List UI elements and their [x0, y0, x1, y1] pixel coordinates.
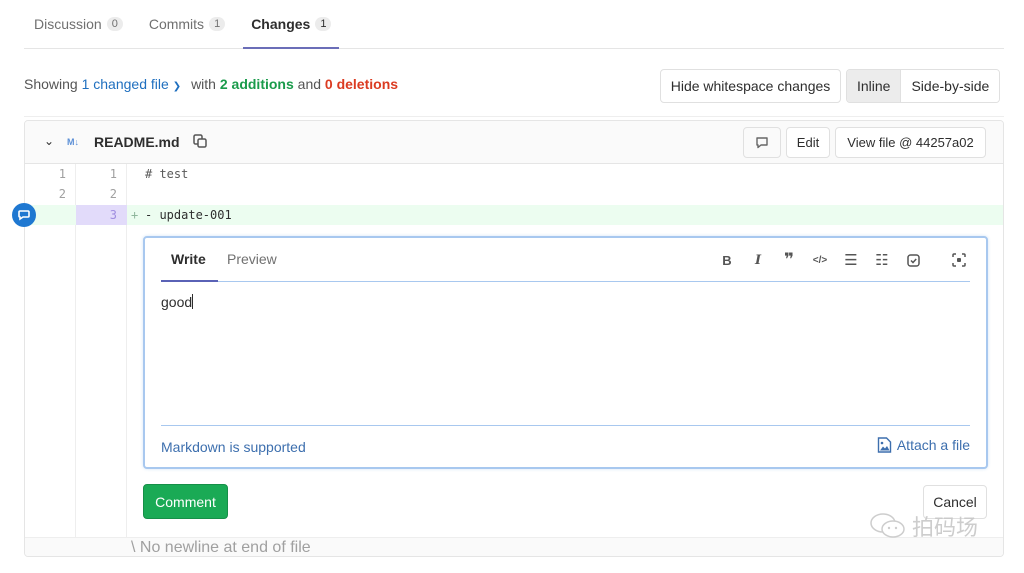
new-line-number[interactable]: 1	[76, 164, 127, 184]
code-icon[interactable]: </>	[809, 250, 831, 270]
file-header: ⌄ M↓ README.md Edit View file @ 44257a02	[25, 121, 1003, 164]
hide-whitespace-button[interactable]: Hide whitespace changes	[660, 69, 841, 103]
quote-icon[interactable]: ❞	[778, 250, 800, 270]
no-newline-row: \ No newline at end of file	[25, 537, 1003, 556]
line-content: # test	[145, 167, 189, 181]
new-line-number[interactable]: 3	[76, 205, 127, 225]
comment-icon	[756, 136, 768, 148]
comment-textarea[interactable]: good	[161, 294, 194, 310]
watermark-text: 拍码场	[912, 515, 979, 540]
markdown-help-link[interactable]: Markdown is supported	[161, 439, 306, 455]
comment-submit-button[interactable]: Comment	[143, 484, 228, 519]
diff-line: 1 1 # test	[25, 164, 1003, 184]
attach-file-button[interactable]: Attach a file	[877, 437, 970, 453]
tab-label: Discussion	[34, 15, 102, 32]
fullscreen-icon[interactable]	[948, 250, 970, 270]
diff-file: ⌄ M↓ README.md Edit View file @ 44257a02…	[24, 120, 1004, 557]
diff-line: 2 2	[25, 184, 1003, 204]
preview-tab[interactable]: Preview	[227, 251, 277, 267]
inline-view-button[interactable]: Inline	[847, 70, 902, 102]
write-tab[interactable]: Write	[161, 251, 218, 282]
wechat-icon	[870, 513, 905, 538]
no-newline-notice: \ No newline at end of file	[131, 539, 311, 556]
new-line-number[interactable]: 2	[76, 184, 127, 204]
tab-discussion[interactable]: Discussion 0	[24, 0, 133, 48]
watermark: 拍码场	[868, 510, 978, 542]
deletions-count: 0 deletions	[324, 76, 399, 92]
summary-showing: Showing	[24, 76, 78, 92]
attach-file-label: Attach a file	[896, 437, 970, 453]
numbered-list-icon[interactable]: ☷	[871, 250, 893, 270]
editor-tabs: Write Preview B I ❞ </> ☰ ☷	[161, 238, 970, 282]
diff-summary: Showing 1 changed file ❯ with 2 additions…	[24, 76, 398, 92]
tab-count-badge: 1	[209, 16, 226, 31]
toggle-comments-button[interactable]	[743, 127, 781, 158]
side-by-side-button[interactable]: Side-by-side	[901, 70, 1000, 102]
comment-icon	[18, 210, 30, 221]
italic-icon[interactable]: I	[747, 250, 769, 270]
chevron-down-icon[interactable]: ❯	[173, 81, 181, 92]
line-prefix: +	[131, 208, 139, 222]
task-list-icon[interactable]	[902, 250, 924, 270]
file-name[interactable]: README.md	[94, 134, 180, 150]
comment-text: good	[161, 294, 193, 310]
editor-footer-divider	[161, 425, 970, 426]
copy-path-icon[interactable]	[192, 133, 208, 149]
add-comment-button[interactable]	[12, 203, 36, 227]
summary-and: and	[297, 76, 322, 92]
image-file-icon	[877, 437, 892, 453]
old-line-number[interactable]: 1	[25, 164, 76, 184]
text-caret	[192, 294, 194, 309]
changed-files-dropdown[interactable]: 1 changed file	[82, 76, 169, 92]
line-content: - update-001	[145, 208, 232, 222]
bullet-list-icon[interactable]: ☰	[840, 250, 862, 270]
diff-line-added: 3 + - update-001	[25, 205, 1003, 225]
old-line-number[interactable]: 2	[25, 184, 76, 204]
tab-commits[interactable]: Commits 1	[139, 0, 235, 48]
comment-form: Write Preview B I ❞ </> ☰ ☷ good Markdow…	[143, 236, 988, 469]
tab-label: Changes	[251, 15, 311, 32]
divider	[24, 116, 1004, 117]
view-file-button[interactable]: View file @ 44257a02	[835, 127, 986, 158]
bold-icon[interactable]: B	[716, 250, 738, 270]
diff-view-toggle: Inline Side-by-side	[846, 69, 1001, 103]
tab-changes[interactable]: Changes 1	[241, 0, 341, 49]
collapse-chevron-icon[interactable]: ⌄	[44, 134, 54, 148]
merge-request-tabs: Discussion 0 Commits 1 Changes 1	[24, 0, 1004, 49]
tab-label: Commits	[148, 15, 205, 32]
tab-count-badge: 0	[106, 16, 123, 31]
additions-count: 2 additions	[219, 76, 294, 92]
summary-with: with	[191, 76, 216, 92]
markdown-file-icon: M↓	[67, 137, 79, 147]
edit-file-button[interactable]: Edit	[786, 127, 830, 158]
tab-count-badge: 1	[315, 16, 332, 31]
